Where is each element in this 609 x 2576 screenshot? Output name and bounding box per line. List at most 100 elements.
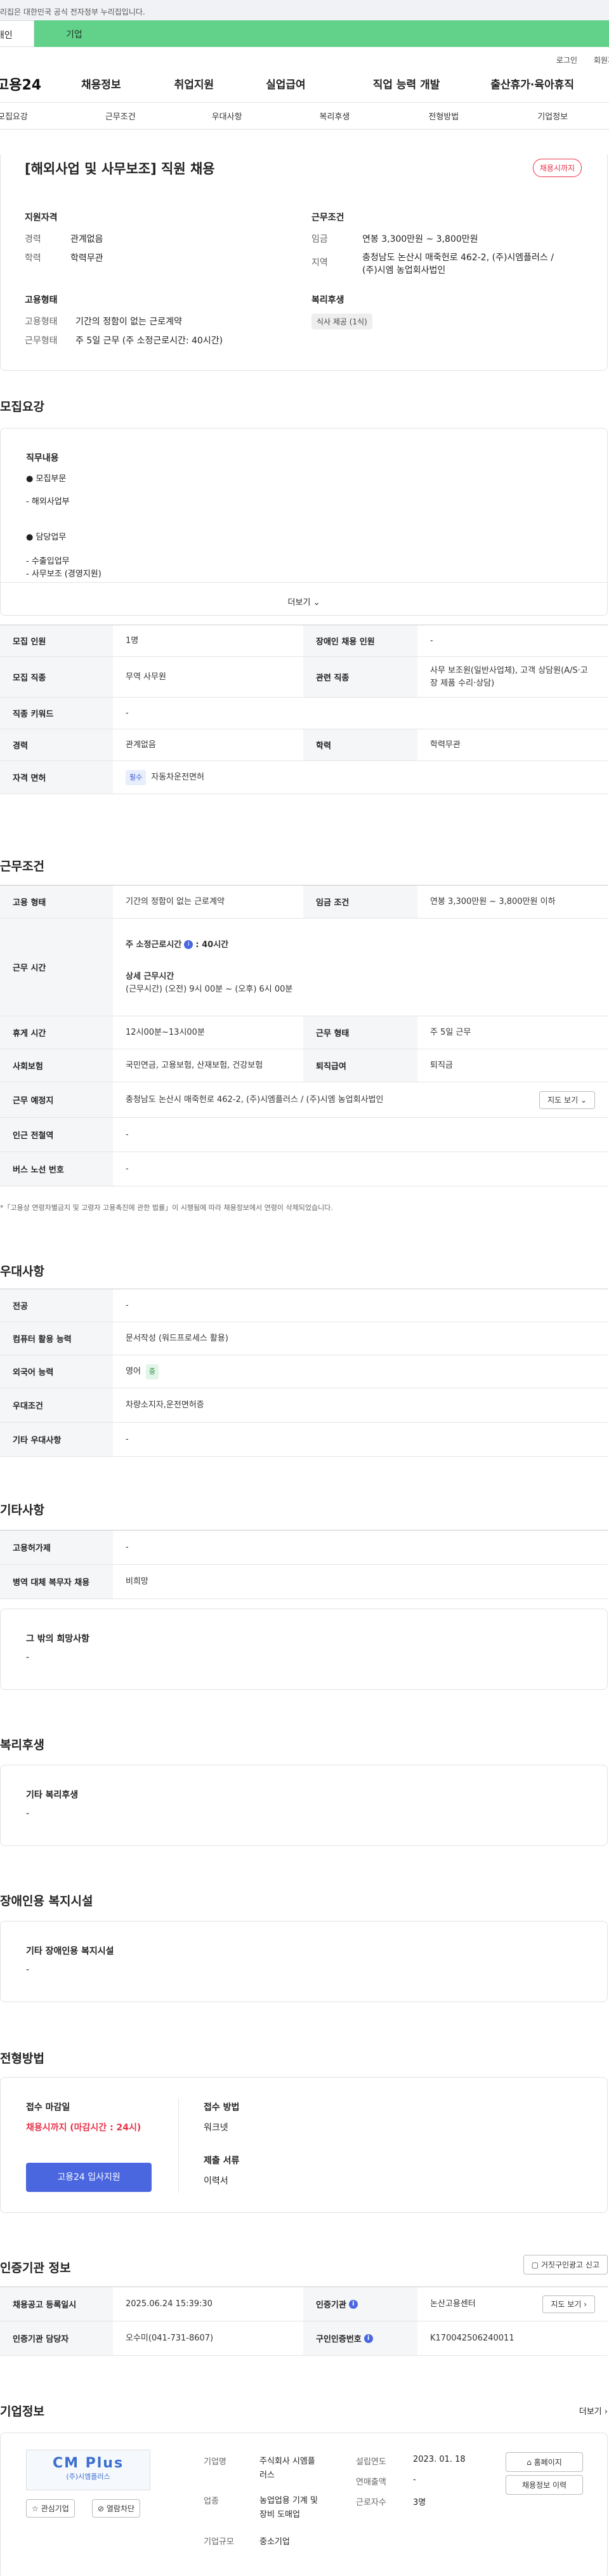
block-button[interactable]: ⊘ 열람차단 <box>92 2499 141 2518</box>
join-link[interactable]: 회원가입 <box>594 56 609 65</box>
etc-table: 고용허가제 - 병역 대체 복무자 채용 비희망 <box>0 1530 608 1599</box>
license-value: 자동차운전면허 <box>151 772 204 782</box>
td-pref-cond: 차량소지자,운전면허증 <box>126 1400 204 1410</box>
td-career: 관계없음 <box>126 740 156 750</box>
career-value: 관계없음 <box>70 234 103 244</box>
job-desc-b1v: - 해외사업부 <box>26 497 70 507</box>
td-officer: 오수미(041-731-8607) <box>126 2333 214 2343</box>
cert-map-wrap: 지도 보기 › <box>542 2295 608 2313</box>
tab-welfare[interactable]: 복리후생 <box>320 110 350 122</box>
company-logo: CM Plus (주)시엠플러스 <box>26 2450 150 2490</box>
info-icon[interactable]: i <box>363 2334 373 2343</box>
th-pref-cond: 우대조건 <box>0 1388 113 1422</box>
disabled-box-value: - <box>26 1965 30 1975</box>
company-more-link[interactable]: 더보기 › <box>579 2405 608 2417</box>
th-military: 병역 대체 복무자 채용 <box>0 1565 113 1598</box>
language-value: 영어 <box>126 1366 141 1376</box>
th-keyword: 직종 키워드 <box>0 698 113 729</box>
staff-value: 3명 <box>413 2498 426 2507</box>
tab-work[interactable]: 근무조건 <box>105 110 136 122</box>
nav-unemployment[interactable]: 실업급여 <box>266 76 306 91</box>
info-icon[interactable]: i <box>184 940 193 949</box>
utility-nav: 로그인 회원가입 <box>0 47 609 65</box>
job-history-button[interactable]: 채용정보 이력 <box>506 2475 583 2495</box>
process-card: 접수 마감일 채용시까지 (마감시간 : 24시) 고용24 입사지원 접수 방… <box>0 2077 608 2213</box>
job-desc-b2v1: - 수출입업무 <box>26 557 70 566</box>
employment-type-row: 고용형태 기간의 정함이 없는 근로계약 <box>25 315 182 328</box>
nav-training[interactable]: 직업 능력 개발 <box>373 76 440 91</box>
cert-map-button[interactable]: 지도 보기 › <box>542 2295 595 2313</box>
table-row: 인근 전철역 - <box>0 1118 608 1152</box>
weekly-hours-label: 주 소정근로시간 <box>126 939 182 950</box>
more-button[interactable]: 더보기 ⌄ <box>1 582 607 615</box>
deadline-value: 채용시까지 (마감시간 : 24시) <box>26 2123 141 2133</box>
interest-label: 관심기업 <box>41 2504 69 2513</box>
td-headcount: 1명 <box>126 635 139 646</box>
homepage-button[interactable]: ⌂ 홈페이지 <box>506 2452 583 2472</box>
job-desc-b2: ● 담당업무 <box>26 533 67 542</box>
welfare-pill-wrap: 식사 제공 (1식) <box>311 314 372 329</box>
industry-line1: 농업업용 기계 및 <box>259 2496 318 2506</box>
status-badge: 채용시까지 <box>532 159 582 177</box>
site-logo[interactable]: 고용24 <box>0 74 81 94</box>
conditions-heading: 근무조건 <box>311 213 344 223</box>
th-employment: 고용 형태 <box>0 886 113 918</box>
disabled-title: 장애인용 복지시설 <box>0 1894 93 1908</box>
th-language: 외국어 능력 <box>0 1355 113 1388</box>
wage-label: 임금 <box>311 234 328 244</box>
company-name-line1: 주식회사 시엠플 <box>259 2457 315 2466</box>
table-row: 고용허가제 - <box>0 1530 608 1565</box>
report-button[interactable]: ▢ 거짓구인광고 신고 <box>523 2255 608 2274</box>
required-tag: 필수 <box>126 769 147 785</box>
td-major: - <box>126 1300 129 1310</box>
industry-value: 농업업용 기계 및 장비 도매업 <box>259 2494 318 2522</box>
meal-pill: 식사 제공 (1식) <box>311 314 372 329</box>
cert-table: 채용공고 등록일시 2025.06.24 15:39:30 인증기관 i 논산고용센터 지… <box>0 2287 608 2356</box>
td-permit: - <box>126 1542 129 1552</box>
th-insurance: 사회보험 <box>0 1049 113 1082</box>
job-desc-b1: ● 모집부문 <box>26 474 67 484</box>
table-row: 근무 시간 주 소정근로시간 i : 40시간 상세 근무시간 (근무시간) (오… <box>0 919 608 1016</box>
td-employment: 기간의 정함이 없는 근로계약 <box>126 896 225 906</box>
company-name-value: 주식회사 시엠플 러스 <box>259 2455 315 2483</box>
weekly-hours-value: : 40시간 <box>195 939 229 950</box>
interest-button[interactable]: ☆ 관심기업 <box>26 2499 75 2518</box>
tab-pref[interactable]: 우대사항 <box>212 110 242 122</box>
disabled-box-heading: 기타 장애인용 복지시설 <box>26 1946 114 1956</box>
map-button[interactable]: 지도 보기 ⌄ <box>539 1091 595 1109</box>
th-disabled-headcount: 장애인 채용 인원 <box>303 625 417 656</box>
table-row: 경력 관계없음 학력 학력무관 <box>0 729 608 761</box>
tab-recruit[interactable]: 모집요강 <box>0 110 28 122</box>
nav-jobs[interactable]: 채용정보 <box>81 76 121 91</box>
login-link[interactable]: 로그인 <box>556 56 577 65</box>
job-desc-card: 직무내용 ● 모집부문 - 해외사업부 ● 담당업무 - 수출입업무 - 사무보… <box>0 428 608 616</box>
td-computer: 문서작성 (워드프로세스 활용) <box>126 1333 228 1343</box>
th-education: 학력 <box>303 729 417 760</box>
detail-hours-label: 상세 근무시간 <box>126 971 174 981</box>
th-officer: 인증기관 담당자 <box>0 2321 113 2355</box>
nav-parental-leave[interactable]: 출산휴가·육아휴직 <box>490 76 574 91</box>
table-row: 직종 키워드 - <box>0 698 608 729</box>
tab-personal[interactable]: 개인 <box>0 20 34 47</box>
career-label: 경력 <box>25 234 41 244</box>
th-retirement: 퇴직급여 <box>303 1049 417 1082</box>
qualification-heading: 지원자격 <box>25 213 58 223</box>
pref-title: 우대사항 <box>0 1265 44 1278</box>
td-pref-etc: - <box>126 1434 129 1444</box>
th-bus: 버스 노선 번호 <box>0 1152 113 1186</box>
td-language: 영어 중 <box>113 1359 608 1384</box>
apply-button[interactable]: 고용24 입사지원 <box>26 2163 152 2192</box>
th-posted: 채용공고 등록일시 <box>0 2287 113 2321</box>
info-icon[interactable]: i <box>348 2299 358 2309</box>
tab-process[interactable]: 전형방법 <box>428 110 459 122</box>
td-related-job: 사무 보조원(일반사업체), 고객 상담원(A/S·고장 제품 수리·상담) <box>430 665 588 688</box>
tab-company-info[interactable]: 기업정보 <box>537 110 568 122</box>
deadline-label: 접수 마감일 <box>26 2102 70 2113</box>
nav-employment-support[interactable]: 취업지원 <box>174 76 214 91</box>
tab-company[interactable]: 기업 <box>34 20 609 47</box>
etc-title: 기타사항 <box>0 1503 44 1517</box>
pref-table: 전공 - 컴퓨터 활용 능력 문서작성 (워드프로세스 활용) 외국어 능력 영어 중 … <box>0 1289 608 1457</box>
td-license: 필수 자동차운전면허 <box>113 765 608 790</box>
disabled-box: 기타 장애인용 복지시설 - <box>0 1921 608 2002</box>
company-title: 기업정보 <box>0 2405 44 2419</box>
